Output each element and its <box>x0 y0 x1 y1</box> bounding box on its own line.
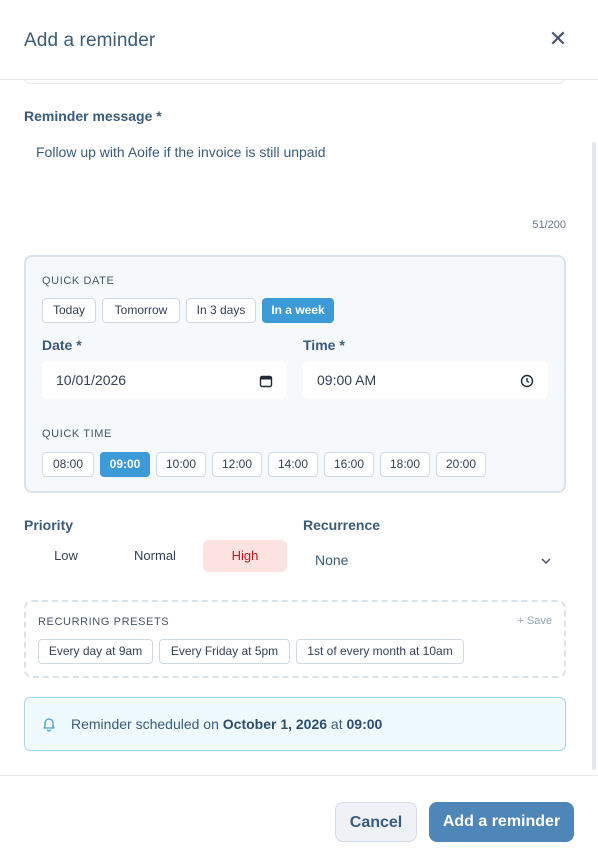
quick-date-in-3-days[interactable]: In 3 days <box>186 298 256 323</box>
date-value: 10/01/2026 <box>56 372 127 388</box>
quick-time-0800[interactable]: 08:00 <box>42 452 94 477</box>
close-icon[interactable]: ✕ <box>546 28 570 52</box>
dialog-title: Add a reminder <box>24 30 156 51</box>
date-time-panel: QUICK DATE Today Tomorrow In 3 days In a… <box>24 255 566 493</box>
recurrence-label: Recurrence <box>303 517 381 533</box>
quick-date-today[interactable]: Today <box>42 298 96 323</box>
bell-icon <box>41 716 57 732</box>
notice-prefix: Reminder scheduled on <box>71 716 223 732</box>
recurrence-select[interactable]: None <box>303 542 566 578</box>
scrolled-field-edge <box>24 80 565 84</box>
quick-date-in-a-week[interactable]: In a week <box>262 298 334 323</box>
recurring-presets-caption: RECURRING PRESETS <box>38 616 170 628</box>
preset-first-of-month[interactable]: 1st of every month at 10am <box>296 639 464 664</box>
scrollbar[interactable] <box>592 142 596 770</box>
notice-time: 09:00 <box>346 716 383 732</box>
add-reminder-button[interactable]: Add a reminder <box>429 802 574 842</box>
preset-every-day[interactable]: Every day at 9am <box>38 639 153 664</box>
date-input[interactable]: 10/01/2026 <box>42 361 287 399</box>
quick-time-1000[interactable]: 10:00 <box>156 452 206 477</box>
time-value: 09:00 AM <box>317 372 377 388</box>
save-preset-button[interactable]: + Save <box>490 615 552 627</box>
time-label: Time * <box>303 337 345 353</box>
quick-date-caption: QUICK DATE <box>42 275 115 287</box>
priority-normal[interactable]: Normal <box>113 540 197 572</box>
notice-date: October 1, 2026 <box>222 716 328 732</box>
character-counter: 51/200 <box>532 219 566 231</box>
clock-icon[interactable] <box>520 361 534 399</box>
quick-time-caption: QUICK TIME <box>42 428 112 440</box>
notice-middle: at <box>327 716 347 732</box>
cancel-button[interactable]: Cancel <box>335 802 417 842</box>
priority-low[interactable]: Low <box>24 540 108 572</box>
schedule-notice: Reminder scheduled on October 1, 2026 at… <box>24 697 566 751</box>
message-label: Reminder message * <box>24 108 162 124</box>
chevron-down-icon <box>540 542 552 578</box>
date-label: Date * <box>42 337 82 353</box>
quick-time-1600[interactable]: 16:00 <box>324 452 374 477</box>
priority-label: Priority <box>24 517 74 533</box>
dialog-footer: Cancel Add a reminder <box>0 775 598 866</box>
calendar-icon[interactable] <box>259 361 273 399</box>
priority-high[interactable]: High <box>203 540 287 572</box>
message-textarea[interactable]: Follow up with Aoife if the invoice is s… <box>36 144 325 160</box>
quick-time-0900[interactable]: 09:00 <box>100 452 150 477</box>
preset-every-friday[interactable]: Every Friday at 5pm <box>159 639 290 664</box>
quick-date-tomorrow[interactable]: Tomorrow <box>102 298 180 323</box>
quick-time-1800[interactable]: 18:00 <box>380 452 430 477</box>
quick-time-1400[interactable]: 14:00 <box>268 452 318 477</box>
schedule-notice-text: Reminder scheduled on October 1, 2026 at… <box>71 716 382 732</box>
dialog-body: Reminder message * Follow up with Aoife … <box>0 80 598 775</box>
quick-time-2000[interactable]: 20:00 <box>436 452 486 477</box>
recurring-presets-box: RECURRING PRESETS Every day at 9am Every… <box>24 600 566 678</box>
dialog-header: Add a reminder ✕ <box>0 0 598 80</box>
time-input[interactable]: 09:00 AM <box>303 361 548 399</box>
quick-time-1200[interactable]: 12:00 <box>212 452 262 477</box>
recurrence-value: None <box>315 552 349 568</box>
